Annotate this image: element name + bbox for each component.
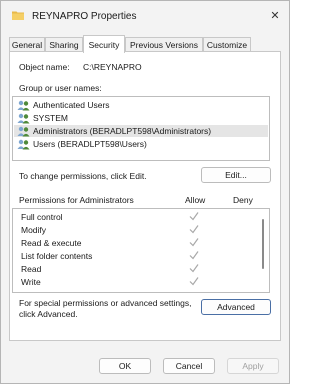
permissions-list[interactable]: Full control Modify Read & execute List … bbox=[12, 208, 270, 293]
check-icon bbox=[189, 277, 199, 286]
principals-list[interactable]: Authenticated Users SYSTEM Administrator… bbox=[12, 96, 270, 161]
close-icon: ✕ bbox=[270, 9, 280, 22]
principal-name: Users (BERADLPT598\Users) bbox=[33, 139, 147, 149]
permission-name: Read & execute bbox=[21, 238, 82, 248]
principal-name: Administrators (BERADLPT598\Administrato… bbox=[33, 126, 212, 136]
table-row: List folder contents bbox=[13, 250, 269, 263]
title-bar: REYNAPRO Properties ✕ bbox=[1, 1, 289, 31]
check-icon bbox=[189, 225, 199, 234]
folder-icon bbox=[12, 10, 24, 20]
tab-strip: General Sharing Security Previous Versio… bbox=[9, 35, 281, 53]
window-title: REYNAPRO Properties bbox=[32, 11, 137, 22]
cancel-button-label: Cancel bbox=[175, 361, 203, 371]
advanced-button-label: Advanced bbox=[217, 302, 255, 312]
special-permissions-hint-line1: For special permissions or advanced sett… bbox=[19, 298, 192, 308]
list-item[interactable]: Authenticated Users bbox=[14, 99, 268, 111]
tab-previous-versions[interactable]: Previous Versions bbox=[125, 37, 203, 52]
users-icon bbox=[17, 139, 30, 149]
permission-name: Full control bbox=[21, 212, 63, 222]
principal-name: Authenticated Users bbox=[33, 100, 110, 110]
check-icon bbox=[189, 212, 199, 221]
permission-name: Read bbox=[21, 264, 42, 274]
apply-button-label: Apply bbox=[242, 361, 264, 371]
properties-window: REYNAPRO Properties ✕ General Sharing Se… bbox=[0, 0, 290, 384]
advanced-button[interactable]: Advanced bbox=[201, 299, 271, 315]
object-name-label: Object name: bbox=[19, 62, 70, 72]
check-icon bbox=[189, 238, 199, 247]
group-names-label: Group or user names: bbox=[19, 83, 102, 93]
change-permissions-hint: To change permissions, click Edit. bbox=[19, 171, 147, 181]
tab-label: Sharing bbox=[49, 40, 79, 50]
permission-name: Modify bbox=[21, 225, 47, 235]
table-row: Read bbox=[13, 263, 269, 276]
tab-customize[interactable]: Customize bbox=[203, 37, 251, 52]
tab-label: Previous Versions bbox=[129, 40, 199, 50]
check-icon bbox=[189, 251, 199, 260]
users-icon bbox=[17, 126, 30, 136]
tab-label: Security bbox=[88, 39, 120, 50]
table-row: Modify bbox=[13, 224, 269, 237]
scrollbar[interactable] bbox=[262, 219, 264, 269]
permissions-for-label: Permissions for Administrators bbox=[19, 195, 134, 205]
deny-column-header: Deny bbox=[233, 195, 253, 205]
tab-label: General bbox=[11, 40, 43, 50]
allow-column-header: Allow bbox=[185, 195, 206, 205]
permission-name: List folder contents bbox=[21, 251, 93, 261]
tab-label: Customize bbox=[206, 40, 248, 50]
close-button[interactable]: ✕ bbox=[263, 4, 287, 26]
apply-button[interactable]: Apply bbox=[227, 358, 279, 374]
edit-button-label: Edit... bbox=[225, 170, 247, 180]
table-row: Write bbox=[13, 276, 269, 289]
ok-button-label: OK bbox=[118, 361, 132, 371]
users-icon bbox=[17, 100, 30, 110]
cancel-button[interactable]: Cancel bbox=[163, 358, 215, 374]
list-item[interactable]: SYSTEM bbox=[14, 112, 268, 124]
tab-sharing[interactable]: Sharing bbox=[45, 37, 83, 52]
special-permissions-hint-line2: click Advanced. bbox=[19, 309, 78, 319]
list-item[interactable]: Administrators (BERADLPT598\Administrato… bbox=[14, 125, 268, 137]
tab-security[interactable]: Security bbox=[83, 35, 125, 53]
list-item[interactable]: Users (BERADLPT598\Users) bbox=[14, 138, 268, 150]
tab-general[interactable]: General bbox=[9, 37, 45, 52]
table-row: Read & execute bbox=[13, 237, 269, 250]
table-row: Full control bbox=[13, 211, 269, 224]
users-icon bbox=[17, 113, 30, 123]
check-icon bbox=[189, 264, 199, 273]
ok-button[interactable]: OK bbox=[99, 358, 151, 374]
object-name-value: C:\REYNAPRO bbox=[83, 62, 142, 72]
permission-name: Write bbox=[21, 277, 41, 287]
principal-name: SYSTEM bbox=[33, 113, 68, 123]
edit-button[interactable]: Edit... bbox=[201, 167, 271, 183]
